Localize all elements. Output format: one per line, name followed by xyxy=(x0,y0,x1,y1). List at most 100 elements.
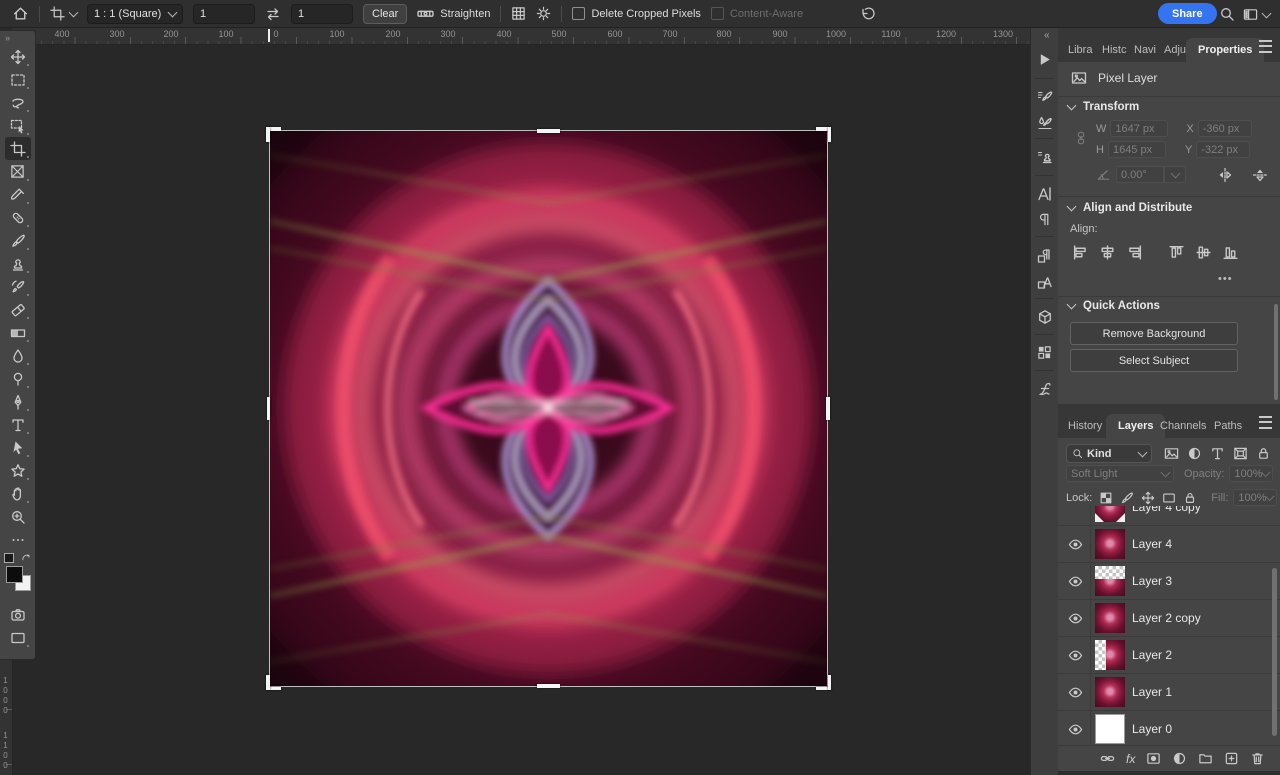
crop-handle-bottom-right[interactable] xyxy=(816,675,831,690)
crop-handle-right[interactable] xyxy=(826,397,830,420)
frame-tool[interactable] xyxy=(5,160,31,183)
more-tools-button[interactable] xyxy=(5,528,31,551)
tab-paths[interactable]: Paths xyxy=(1210,414,1246,438)
move-tool[interactable] xyxy=(5,45,31,68)
visibility-eye-icon[interactable] xyxy=(1068,611,1083,626)
tab-navigator[interactable]: Navi xyxy=(1130,38,1160,62)
pattern-stamp-panel-button[interactable] xyxy=(1033,145,1056,168)
select-subject-button[interactable]: Select Subject xyxy=(1070,349,1238,372)
link-layers-icon[interactable] xyxy=(1100,751,1115,766)
flip-vertical-icon[interactable] xyxy=(1252,167,1268,183)
crop-height-input[interactable]: 1 xyxy=(291,4,353,24)
lock-all-icon[interactable] xyxy=(1183,491,1197,505)
angle-field[interactable]: 0.00° xyxy=(1116,166,1164,183)
zoom-tool[interactable] xyxy=(5,505,31,528)
horizontal-ruler[interactable]: 4003002001000100200300400500600700800900… xyxy=(12,28,1045,45)
panel-menu-icon[interactable] xyxy=(1259,40,1272,53)
lasso-tool[interactable] xyxy=(5,91,31,114)
quick-actions-header[interactable]: Quick Actions xyxy=(1068,300,1160,312)
blend-mode-select[interactable]: Soft Light xyxy=(1066,465,1174,482)
visibility-eye-icon[interactable] xyxy=(1068,537,1083,552)
layer-thumbnail[interactable] xyxy=(1095,677,1125,707)
new-group-folder-icon[interactable] xyxy=(1198,751,1213,766)
hand-tool[interactable] xyxy=(5,482,31,505)
fill-field[interactable]: 100% xyxy=(1233,489,1277,506)
foreground-color-swatch[interactable] xyxy=(6,566,23,583)
search-icon[interactable] xyxy=(1219,6,1235,22)
filter-smart-object-icon[interactable] xyxy=(1256,446,1271,461)
visibility-eye-icon[interactable] xyxy=(1068,648,1083,663)
layer-thumbnail[interactable] xyxy=(1095,640,1125,670)
filter-type-icon[interactable] xyxy=(1210,446,1225,461)
transform-section-header[interactable]: Transform xyxy=(1068,101,1139,113)
align-bottom-icon[interactable] xyxy=(1222,244,1239,261)
delete-cropped-pixels-checkbox[interactable]: Delete Cropped Pixels xyxy=(572,7,700,20)
angle-dropdown[interactable] xyxy=(1164,166,1186,183)
dodge-tool[interactable] xyxy=(5,367,31,390)
lock-position-icon[interactable] xyxy=(1141,491,1155,505)
tab-properties[interactable]: Properties xyxy=(1186,38,1264,62)
type-tool[interactable] xyxy=(5,413,31,436)
lock-transparent-pixels-icon[interactable] xyxy=(1099,491,1113,505)
lock-artboard-icon[interactable] xyxy=(1162,491,1176,505)
layers-scrollbar[interactable] xyxy=(1272,568,1277,736)
layer-effects-fx-icon[interactable]: fx xyxy=(1126,752,1135,766)
layer-row[interactable]: Layer 2 xyxy=(1058,637,1280,674)
tool-presets-panel-button[interactable] xyxy=(1033,111,1056,134)
marquee-tool[interactable] xyxy=(5,68,31,91)
crop-handle-bottom-left[interactable] xyxy=(266,675,281,690)
paragraph-styles-panel-button[interactable] xyxy=(1033,244,1056,267)
crop-handle-top-left[interactable] xyxy=(266,127,281,142)
align-right-icon[interactable] xyxy=(1126,244,1143,261)
eraser-tool[interactable] xyxy=(5,298,31,321)
delete-layer-trash-icon[interactable] xyxy=(1250,751,1265,766)
crop-handle-top[interactable] xyxy=(537,129,560,133)
layer-row[interactable]: Layer 3 xyxy=(1058,563,1280,600)
3d-panel-button[interactable] xyxy=(1033,305,1056,328)
blur-tool[interactable] xyxy=(5,344,31,367)
capture-button[interactable] xyxy=(5,603,31,626)
pen-tool[interactable] xyxy=(5,390,31,413)
collapse-panels-icon[interactable]: « xyxy=(1044,30,1050,41)
layer-thumbnail[interactable] xyxy=(1095,603,1125,633)
default-colors-icon[interactable] xyxy=(4,553,14,563)
content-aware-checkbox[interactable]: Content-Aware xyxy=(711,7,803,20)
tab-histogram[interactable]: Histc xyxy=(1098,38,1130,62)
new-layer-icon[interactable] xyxy=(1224,751,1239,766)
share-button[interactable]: Share xyxy=(1158,3,1217,24)
layer-thumbnail[interactable] xyxy=(1095,529,1125,559)
add-layer-mask-icon[interactable] xyxy=(1146,751,1161,766)
overlay-grid-icon[interactable] xyxy=(511,6,526,21)
filter-image-icon[interactable] xyxy=(1164,446,1179,461)
history-brush-tool[interactable] xyxy=(5,275,31,298)
align-section-header[interactable]: Align and Distribute xyxy=(1068,202,1192,214)
tab-channels[interactable]: Channels xyxy=(1156,414,1210,438)
object-selection-tool[interactable] xyxy=(5,114,31,137)
crop-tool[interactable] xyxy=(5,137,31,160)
filter-adjustment-icon[interactable] xyxy=(1187,446,1202,461)
path-selection-tool[interactable] xyxy=(5,436,31,459)
layer-thumbnail[interactable] xyxy=(1095,714,1125,744)
shape-tool[interactable] xyxy=(5,459,31,482)
visibility-eye-icon[interactable] xyxy=(1068,722,1083,737)
brush-settings-panel-button[interactable] xyxy=(1033,85,1056,108)
align-more-button[interactable]: ••• xyxy=(1218,273,1233,285)
layer-row[interactable]: Layer 2 copy xyxy=(1058,600,1280,637)
layer-thumbnail[interactable] xyxy=(1095,506,1125,522)
crop-tool-indicator[interactable] xyxy=(50,6,77,21)
filter-shape-icon[interactable] xyxy=(1233,446,1248,461)
lock-image-pixels-icon[interactable] xyxy=(1120,491,1134,505)
layer-row[interactable]: Layer 1 xyxy=(1058,674,1280,711)
align-left-icon[interactable] xyxy=(1072,244,1089,261)
layer-row[interactable]: Layer 0 xyxy=(1058,711,1280,745)
x-field[interactable]: -360 px xyxy=(1198,120,1252,137)
character-panel-button[interactable] xyxy=(1033,182,1056,205)
clone-stamp-tool[interactable] xyxy=(5,252,31,275)
crop-handle-top-right[interactable] xyxy=(816,127,831,142)
spot-healing-tool[interactable] xyxy=(5,206,31,229)
eyedropper-tool[interactable] xyxy=(5,183,31,206)
kind-filter-select[interactable]: Kind xyxy=(1066,444,1152,463)
screen-mode-button[interactable] xyxy=(5,626,31,649)
swap-dimensions-icon[interactable] xyxy=(265,6,281,22)
swap-colors-icon[interactable] xyxy=(21,553,30,562)
